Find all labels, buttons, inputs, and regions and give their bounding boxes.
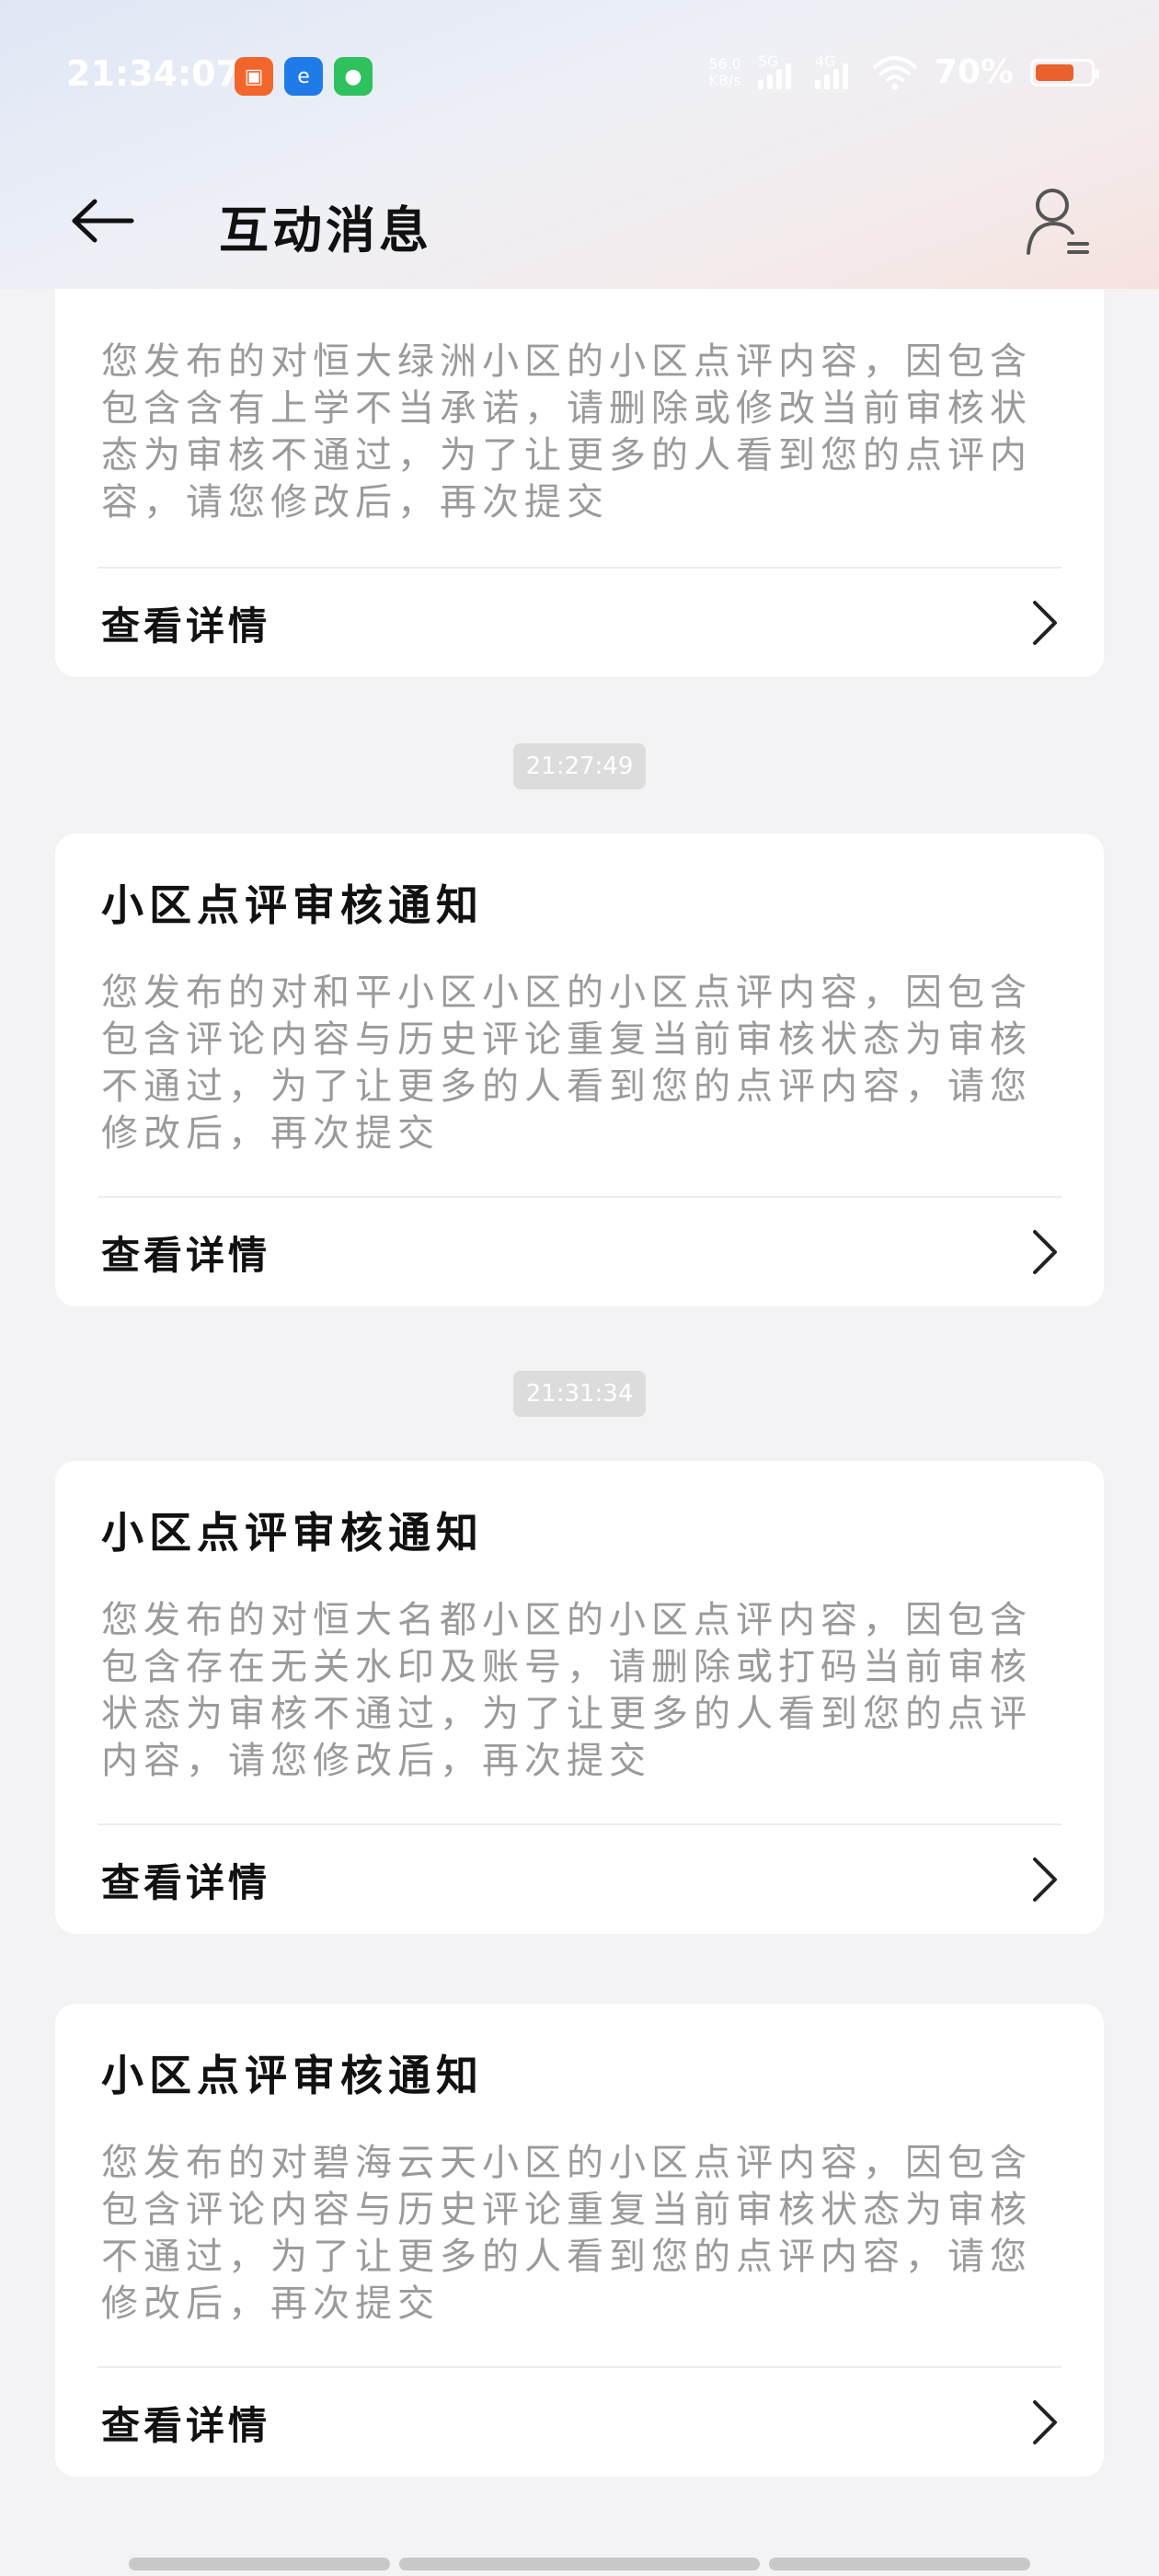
nav-gesture-bar[interactable]: [129, 2558, 390, 2570]
chevron-right-icon: [1027, 1225, 1063, 1280]
timestamp: 21:31:34: [513, 1371, 646, 1417]
status-time: 21:34:07: [66, 53, 241, 94]
nav-gesture-bar[interactable]: [399, 2558, 760, 2570]
view-details-row[interactable]: 查看详情: [55, 569, 1104, 677]
view-details-row[interactable]: 查看详情: [55, 1198, 1104, 1306]
view-details-label: 查看详情: [101, 1232, 271, 1278]
timestamp: 21:27:49: [513, 743, 646, 789]
signal-5g-icon: 5G: [757, 52, 798, 89]
wifi-icon: [872, 54, 918, 91]
message-card: 小区点评审核通知 您发布的对和平小区小区的小区点评内容，因包含包含评论内容与历史…: [55, 834, 1104, 1306]
card-body: 您发布的对和平小区小区的小区点评内容，因包含包含评论内容与历史评论重复当前审核状…: [101, 972, 1032, 1155]
back-button[interactable]: [66, 184, 140, 258]
nav-gesture-bar[interactable]: [769, 2558, 1030, 2570]
net-speed: 56.0 KB/s: [708, 54, 741, 89]
user-icon: [1027, 189, 1089, 255]
app-header: 21:34:07 ▣ e ● 56.0 KB/s 5G 4G 70% 互动消息: [0, 0, 1159, 289]
view-details-row[interactable]: 查看详情: [55, 2368, 1104, 2477]
wechat-icon: ●: [334, 57, 373, 96]
message-card: 您发布的对恒大绿洲小区的小区点评内容，因包含包含含有上学不当承诺，请删除或修改当…: [55, 221, 1104, 677]
status-indicators: 56.0 KB/s 5G 4G 70%: [708, 52, 1099, 91]
page-title: 互动消息: [219, 201, 432, 259]
app-notification-icon: e: [284, 57, 323, 96]
message-card: 小区点评审核通知 您发布的对碧海云天小区的小区点评内容，因包含包含评论内容与历史…: [55, 2004, 1104, 2477]
message-card: 小区点评审核通知 您发布的对恒大名都小区的小区点评内容，因包含包含存在无关水印及…: [55, 1461, 1104, 1934]
card-title: 小区点评审核通知: [101, 2051, 484, 2100]
card-body: 您发布的对恒大名都小区的小区点评内容，因包含包含存在无关水印及账号，请删除或打码…: [101, 1599, 1032, 1782]
view-details-row[interactable]: 查看详情: [55, 1825, 1104, 1934]
chevron-right-icon: [1027, 2395, 1063, 2450]
view-details-label: 查看详情: [101, 2402, 271, 2448]
app-notification-icon: ▣: [235, 57, 273, 96]
chevron-right-icon: [1027, 1852, 1063, 1907]
signal-4g-icon: 4G: [814, 52, 855, 89]
card-body: 您发布的对碧海云天小区的小区点评内容，因包含包含评论内容与历史评论重复当前审核状…: [101, 2142, 1032, 2325]
card-title: 小区点评审核通知: [101, 1508, 484, 1558]
notification-icons: ▣ e ●: [235, 57, 373, 96]
view-details-label: 查看详情: [101, 603, 271, 649]
battery-percent: 70%: [934, 53, 1014, 91]
card-body: 您发布的对恒大绿洲小区的小区点评内容，因包含包含含有上学不当承诺，请删除或修改当…: [101, 340, 1032, 523]
chevron-right-icon: [1027, 595, 1063, 650]
view-details-label: 查看详情: [101, 1859, 271, 1905]
battery-icon: [1030, 58, 1099, 86]
profile-button[interactable]: [1021, 184, 1095, 258]
arrow-left-icon: [72, 199, 134, 243]
card-title: 小区点评审核通知: [101, 880, 484, 930]
